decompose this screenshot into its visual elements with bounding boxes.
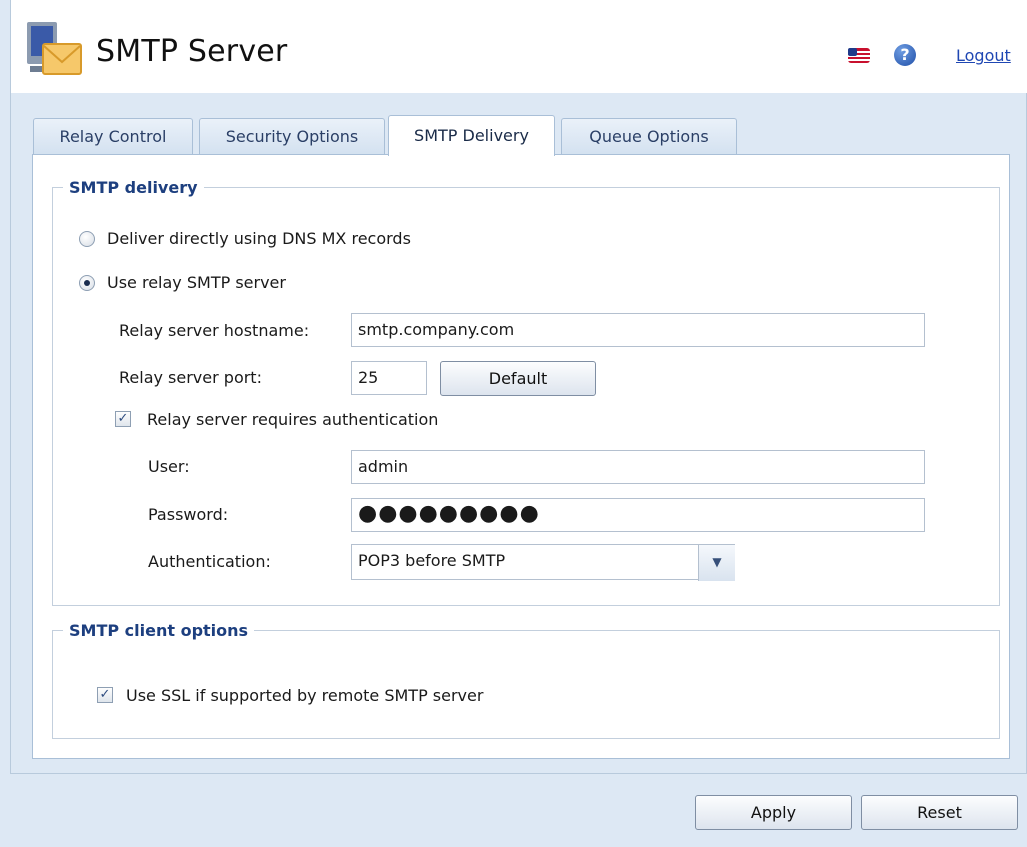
chevron-down-icon[interactable]: ▼ bbox=[698, 545, 735, 581]
password-input[interactable]: ●●●●●●●●● bbox=[351, 498, 925, 532]
help-icon[interactable]: ? bbox=[894, 44, 916, 66]
smtp-delivery-legend: SMTP delivery bbox=[69, 178, 198, 197]
authentication-label: Authentication: bbox=[148, 552, 271, 571]
smtp-server-icon bbox=[27, 22, 82, 75]
main-panel: Relay Control Security Options SMTP Deli… bbox=[10, 93, 1027, 774]
reset-button[interactable]: Reset bbox=[861, 795, 1018, 830]
user-input[interactable]: admin bbox=[351, 450, 925, 484]
use-relay-label: Use relay SMTP server bbox=[107, 273, 286, 292]
authentication-select[interactable]: POP3 before SMTP ▼ bbox=[351, 544, 735, 581]
password-label: Password: bbox=[148, 505, 229, 524]
tab-content: SMTP delivery Deliver directly using DNS… bbox=[32, 154, 1010, 759]
tab-relay-control[interactable]: Relay Control bbox=[33, 118, 193, 155]
relay-port-label: Relay server port: bbox=[119, 368, 262, 387]
use-ssl-label: Use SSL if supported by remote SMTP serv… bbox=[126, 686, 484, 705]
use-ssl-checkbox[interactable]: ✓ bbox=[97, 687, 113, 703]
header-bar: SMTP Server ? Logout bbox=[10, 0, 1027, 93]
tab-smtp-delivery[interactable]: SMTP Delivery bbox=[388, 115, 555, 156]
smtp-client-options-legend: SMTP client options bbox=[69, 621, 249, 640]
default-port-button[interactable]: Default bbox=[440, 361, 596, 396]
use-relay-radio[interactable] bbox=[79, 275, 95, 291]
tab-queue-options[interactable]: Queue Options bbox=[561, 118, 737, 155]
relay-auth-label: Relay server requires authentication bbox=[147, 410, 439, 429]
deliver-direct-label: Deliver directly using DNS MX records bbox=[107, 229, 411, 248]
relay-port-input[interactable]: 25 bbox=[351, 361, 427, 395]
logout-link[interactable]: Logout bbox=[956, 46, 1011, 65]
apply-button[interactable]: Apply bbox=[695, 795, 852, 830]
relay-hostname-label: Relay server hostname: bbox=[119, 321, 310, 340]
relay-hostname-input[interactable]: smtp.company.com bbox=[351, 313, 925, 347]
tab-security-options[interactable]: Security Options bbox=[199, 118, 385, 155]
relay-auth-checkbox[interactable]: ✓ bbox=[115, 411, 131, 427]
page-title: SMTP Server bbox=[96, 34, 288, 69]
deliver-direct-radio[interactable] bbox=[79, 231, 95, 247]
us-flag-icon[interactable] bbox=[848, 48, 870, 63]
authentication-select-value: POP3 before SMTP bbox=[358, 551, 506, 570]
user-label: User: bbox=[148, 457, 190, 476]
smtp-client-options-group: SMTP client options bbox=[52, 621, 1000, 739]
